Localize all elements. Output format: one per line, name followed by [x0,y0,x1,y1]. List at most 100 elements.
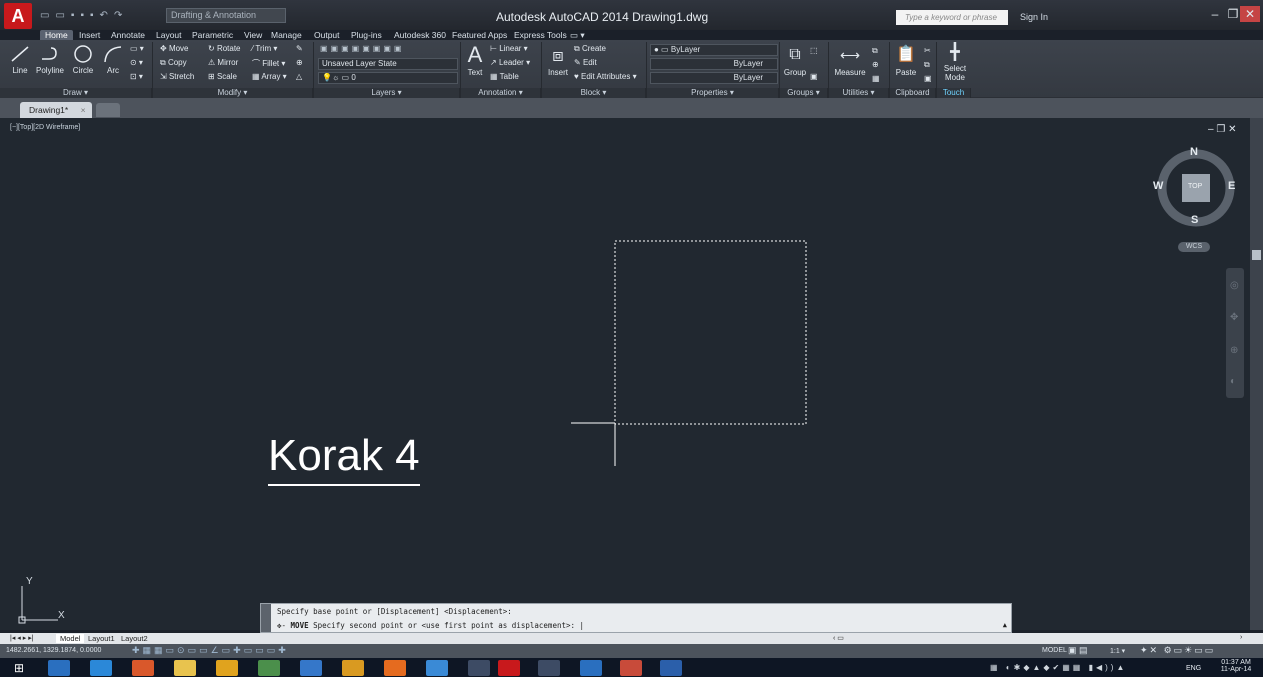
autocad-taskbar-icon[interactable] [498,660,520,676]
pan-icon[interactable]: ✥ [1230,312,1238,323]
drafting-toggle-icons[interactable]: ✚▦▦▭⊙▭▭∠▭✚▭▭▭✚ [132,645,289,656]
create-block-tool[interactable]: ⧉ Create [574,44,606,54]
properties-panel-title[interactable]: Properties ▾ [647,88,779,98]
print-icon[interactable]: ▪ [90,10,94,21]
edit-block-tool[interactable]: ✎ Edit [574,58,597,67]
layout-nav-arrows[interactable]: |◂ ◂ ▸ ▸| [10,634,34,642]
hp-taskbar-icon[interactable] [300,660,322,676]
annotation-panel-title[interactable]: Annotation ▾ [461,88,541,98]
region-icon[interactable]: ⊡ ▾ [130,72,143,81]
search-input[interactable]: Type a keyword or phrase [896,10,1008,25]
table-tool[interactable]: ▦ Table [490,72,519,81]
app-taskbar-icon-3[interactable] [426,660,448,676]
clock[interactable]: 01:37 AM 11-Apr-14 [1216,659,1256,673]
viewport-controls[interactable]: [−][Top][2D Wireframe] [10,124,80,131]
block-panel-title[interactable]: Block ▾ [542,88,646,98]
save-as-icon[interactable]: ▪ [80,10,84,21]
utilities-panel-title[interactable]: Utilities ▾ [829,88,889,98]
hatch-icon[interactable]: ⊙ ▾ [130,58,143,67]
paste-tool[interactable]: 📋 Paste [893,44,919,77]
command-line-grip[interactable] [261,604,271,632]
steering-wheel-icon[interactable]: ◎ [1230,280,1239,291]
model-space-toggle[interactable]: MODEL [1042,647,1067,654]
app-taskbar-icon-4[interactable] [468,660,490,676]
open-icon[interactable]: ▭ [55,10,64,21]
sign-in-button[interactable]: Sign In [1020,12,1048,22]
wcs-menu[interactable]: WCS [1178,242,1210,252]
trim-tool[interactable]: ⁄ Trim ▾ [252,44,277,53]
tab-layout1[interactable]: Layout1 [88,634,115,643]
layer-dropdown[interactable]: 💡☼ ▭ 0 [318,72,458,84]
annotation-scale[interactable]: 1:1 ▾ [1110,647,1125,655]
id-point-icon[interactable]: ⊕ [872,60,879,69]
drawing-objects[interactable] [560,230,820,470]
undo-icon[interactable]: ↶ [100,10,108,21]
text-tool[interactable]: A Text [464,44,486,78]
erase-icon[interactable]: ✎ [296,44,303,53]
horizontal-scroll-right-icon[interactable]: › [1240,634,1242,641]
zoom-icon[interactable]: ⊕ [1230,345,1238,356]
fillet-tool[interactable]: ⌒ Fillet ▾ [252,58,285,69]
tab-model[interactable]: Model [56,634,85,643]
close-icon[interactable]: ✕ [1240,6,1260,22]
move-tool[interactable]: ✥ Move [160,44,189,53]
linetype-dropdown[interactable]: ByLayer [650,72,778,84]
group-tool[interactable]: ⧉ Group [782,44,808,77]
internet-explorer-taskbar-icon[interactable] [90,660,112,676]
firefox-taskbar-icon[interactable] [384,660,406,676]
command-history-toggle-icon[interactable]: ▲ [1003,621,1007,629]
rectangle-icon[interactable]: ▭ ▾ [130,44,144,53]
media-taskbar-icon[interactable] [216,660,238,676]
array-tool[interactable]: ▦ Array ▾ [252,72,287,81]
layout-view-icons[interactable]: ▣ ▤ [1068,645,1088,656]
compass-west[interactable]: W [1153,180,1163,192]
app-taskbar-icon-1[interactable] [132,660,154,676]
measure-tool[interactable]: ⟷ Measure [832,44,868,77]
explode-icon[interactable]: ⊕ [296,58,303,67]
system-tray-icons[interactable]: ▦ ◐✱◆▲◆✔▦▦ ▮◀))▲ [990,663,1127,672]
select-mode-tool[interactable]: ╋ Select Mode [940,44,970,82]
draw-panel-title[interactable]: Draw ▾ [0,88,152,98]
word-taskbar-icon[interactable] [660,660,682,676]
tab-layout2[interactable]: Layout2 [121,634,148,643]
viewport-window-controls[interactable]: – ❐ ✕ [1208,124,1236,135]
edit-attributes-tool[interactable]: ♥ Edit Attributes ▾ [574,72,637,81]
workspace-dropdown[interactable]: Drafting & Annotation [166,8,286,23]
app-taskbar-icon-5[interactable] [538,660,560,676]
application-menu-button[interactable]: A [4,3,32,29]
new-tab-button[interactable] [96,103,120,117]
linear-dimension-tool[interactable]: ⊢ Linear ▾ [490,44,528,53]
modify-panel-title[interactable]: Modify ▾ [153,88,313,98]
layer-state-dropdown[interactable]: Unsaved Layer State [318,58,458,70]
compass-east[interactable]: E [1228,180,1235,192]
mirror-tool[interactable]: ⚠ Mirror [208,58,238,67]
group-edit-icon[interactable]: ▣ [810,72,818,81]
command-line[interactable]: Specify base point or [Displacement] <Di… [260,603,1012,633]
calculator-icon[interactable]: ▦ [872,74,880,83]
polyline-tool[interactable]: Polyline [34,44,66,75]
save-icon[interactable]: ▪ [71,10,75,21]
new-icon[interactable]: ▭ [40,10,49,21]
redo-icon[interactable]: ↷ [114,10,122,21]
groups-panel-title[interactable]: Groups ▾ [780,88,828,98]
color-dropdown[interactable]: ● ▭ ByLayer [650,44,778,56]
app-taskbar-icon-6[interactable] [580,660,602,676]
explorer-taskbar-icon[interactable] [48,660,70,676]
circle-tool[interactable]: Circle [68,44,98,75]
horizontal-scroll-left-icon[interactable]: ‹ ▭ [833,634,844,642]
quick-select-icon[interactable]: ⧉ [872,46,878,56]
stretch-tool[interactable]: ⇲ Stretch [160,72,194,81]
orbit-icon[interactable]: ◐ [1230,376,1236,387]
layer-tools-icons[interactable]: ▣▣▣▣▣▣▣▣ [320,44,404,53]
coordinate-readout[interactable]: 1482.2661, 1329.1874, 0.0000 [6,647,101,654]
viewcube-top-label[interactable]: TOP [1188,183,1202,190]
leader-tool[interactable]: ↗ Leader ▾ [490,58,530,67]
file-tab-drawing1[interactable]: Drawing1* × [20,102,92,118]
insert-block-tool[interactable]: ⧈ Insert [544,44,572,77]
command-input[interactable]: ✥- MOVE Specify second point or <use fir… [277,621,584,630]
layers-panel-title[interactable]: Layers ▾ [314,88,460,98]
windows-start-icon[interactable]: ⊞ [14,661,24,675]
ungroup-icon[interactable]: ⬚ [810,46,818,55]
match-properties-icon[interactable]: ▣ [924,74,932,83]
compass-south[interactable]: S [1191,214,1198,226]
